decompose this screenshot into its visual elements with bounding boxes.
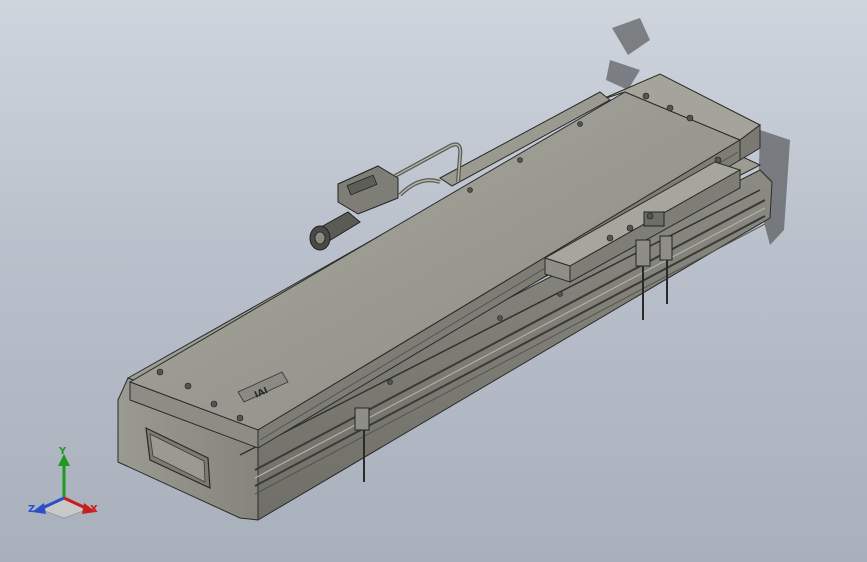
z-axis-label: Z: [28, 504, 36, 515]
triad-arrows-icon: [32, 454, 96, 519]
x-axis-label: X: [90, 504, 98, 515]
cad-viewport[interactable]: IAI Y X Z: [0, 0, 867, 562]
round-connector: [309, 211, 361, 251]
linear-actuator-model[interactable]: IAI: [0, 0, 867, 562]
d-sub-connector: [337, 165, 399, 215]
y-axis-label: Y: [59, 446, 67, 457]
axis-triad: Y X Z: [24, 446, 104, 528]
cable-assembly: [394, 142, 463, 197]
